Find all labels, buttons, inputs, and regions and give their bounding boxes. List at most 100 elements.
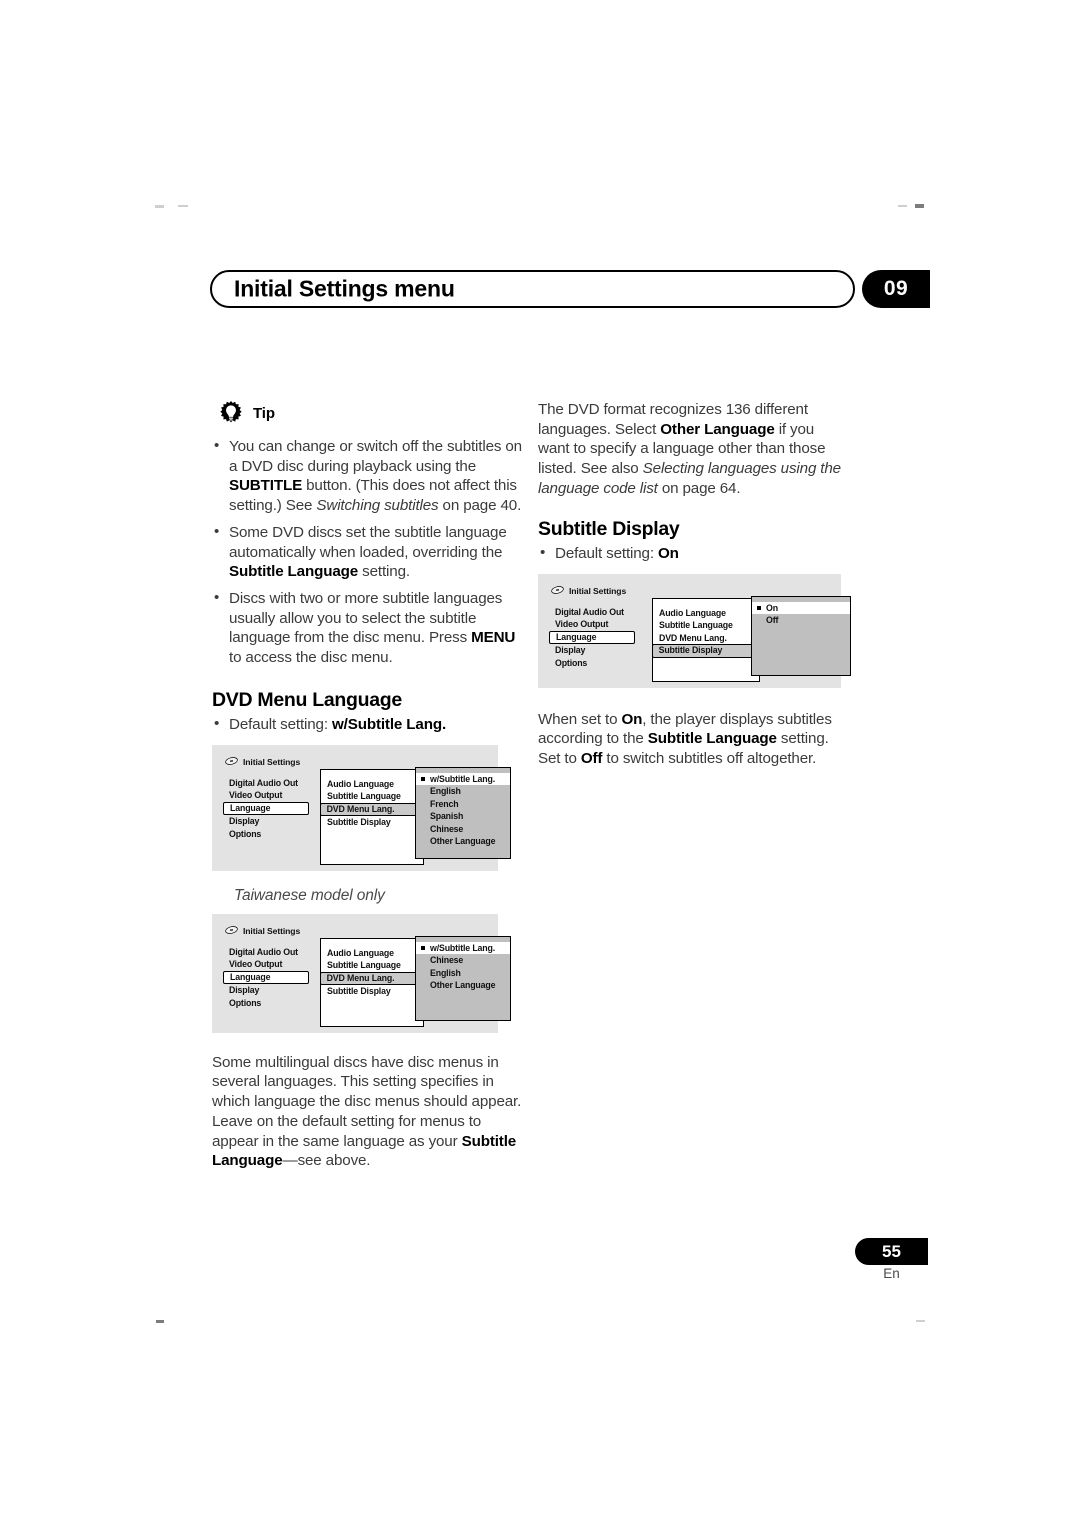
tip-bullet-item: You can change or switch off the subtitl… [212,436,522,516]
osd-option-item[interactable]: English [416,967,510,980]
osd-submenu-list: Audio Language Subtitle Language DVD Menu … [319,768,436,865]
osd-submenu-item[interactable]: Subtitle Language [321,790,423,803]
emphasis-bold: MENU [471,629,516,647]
osd-option-item[interactable]: Chinese [416,954,510,967]
text-run: on page 40. [438,497,522,515]
emphasis-bold: Off [580,749,603,767]
osd-header: Initial Settings [225,922,300,940]
heading-dvd-menu-language: DVD Menu Language [212,688,402,711]
osd-header: Initial Settings [551,582,626,600]
tip-bullet-item: Some DVD discs set the subtitle language… [212,522,522,582]
osd-option-item[interactable]: Spanish [416,810,510,823]
text-run: setting. [358,563,410,581]
osd-category-item[interactable]: Video Output [226,789,309,802]
osd-category-list: Digital Audio Out Video Output Language Dis… [549,606,635,670]
osd-category-item[interactable]: Digital Audio Out [226,777,309,790]
osd-screen-dvd-menu-language-taiwan: Initial Settings Digital Audio Out Video O… [212,913,511,1033]
heading-subtitle-display: Subtitle Display [538,517,680,540]
osd-category-item[interactable]: Options [226,997,309,1010]
disc-icon [225,753,239,771]
emphasis-bold: SUBTITLE [229,477,303,495]
disc-icon [551,582,565,600]
osd-option-item[interactable]: Other Language [416,835,510,848]
osd-screen-subtitle-display: Initial Settings Digital Audio Out Video O… [538,573,851,688]
osd-option-item[interactable]: Off [752,614,850,627]
osd-submenu-list: Audio Language Subtitle Language DVD Menu … [319,937,436,1027]
osd-submenu-list: Audio Language Subtitle Language DVD Menu … [651,597,772,682]
tip-bullet-item: Discs with two or more subtitle language… [212,588,522,668]
osd-category-item[interactable]: Language [223,801,309,816]
emphasis-bold: Other Language [660,420,775,438]
tip-bullet-list: You can change or switch off the subtitl… [212,436,522,668]
manual-page: Initial Settings menu 09 Tip You can cha… [0,0,1080,1528]
osd-title: Initial Settings [243,925,301,936]
osd-option-item[interactable]: Other Language [416,979,510,992]
osd-option-list: w/Subtitle Lang. English French Spanish Chin… [415,766,511,859]
crop-mark-bottom-right [916,1320,925,1322]
osd-submenu-item[interactable]: Subtitle Language [321,959,423,972]
osd-submenu-item[interactable]: Subtitle Language [653,619,759,632]
osd-submenu-item[interactable]: Audio Language [321,778,423,791]
crop-mark-top-left [155,205,164,208]
osd-option-item[interactable]: w/Subtitle Lang. [416,941,510,955]
default-setting-value: On [657,544,679,562]
default-setting-value: w/Subtitle Lang. [331,715,447,733]
subtitle-display-default: Default setting: On [538,543,848,564]
subtitle-display-description: When set to On, the player displays subt… [538,710,848,769]
osd-option-item[interactable]: English [416,785,510,798]
lightbulb-tip-icon [218,400,244,426]
osd-option-list: w/Subtitle Lang. Chinese English Other Lang… [415,935,511,1021]
right-column: The DVD format recognizes 136 different … [538,400,851,782]
page-title: Initial Settings menu [234,275,455,302]
osd-submenu-item[interactable]: Subtitle Display [321,985,423,998]
osd-title: Initial Settings [243,756,301,767]
page-header-band: Initial Settings menu [210,270,855,308]
osd-option-item[interactable]: Chinese [416,823,510,836]
osd-submenu-item[interactable]: Audio Language [321,947,423,960]
osd-category-item[interactable]: Options [552,657,635,670]
page-language-code: En [883,1266,900,1281]
osd-category-item[interactable]: Language [549,630,635,645]
osd-option-item[interactable]: w/Subtitle Lang. [416,772,510,786]
dvd-menu-language-default: Default setting: w/Subtitle Lang. [212,714,522,735]
emphasis-bold: Subtitle Language [647,730,777,748]
tip-label: Tip [253,404,275,422]
osd-submenu-item[interactable]: Audio Language [653,607,759,620]
osd-submenu-item[interactable]: Subtitle Display [321,816,423,829]
emphasis-bold: On [621,710,643,728]
osd-category-item[interactable]: Video Output [226,958,309,971]
osd-category-item[interactable]: Language [223,970,309,985]
emphasis-italic: Switching subtitles [316,497,439,515]
text-run: to switch subtitles off altogether. [602,749,817,767]
chapter-number-tab: 09 [862,270,930,308]
osd-category-item[interactable]: Display [226,815,309,828]
left-column: Tip You can change or switch off the sub… [212,400,522,1184]
osd-screen-dvd-menu-language: Initial Settings Digital Audio Out Video O… [212,744,511,871]
osd-category-list: Digital Audio Out Video Output Language Dis… [223,946,309,1010]
page-number-tab: 55 [855,1238,928,1265]
tip-heading: Tip [218,400,522,426]
dvd-menu-language-description: Some multilingual discs have disc menus … [212,1053,522,1171]
osd-header: Initial Settings [225,753,300,771]
osd-category-item[interactable]: Display [552,644,635,657]
taiwanese-model-caption: Taiwanese model only [234,886,385,904]
text-run: —see above. [282,1152,371,1170]
text-run: Some DVD discs set the subtitle language… [229,523,507,561]
osd-option-item[interactable]: On [752,601,850,615]
crop-mark-top-left-2 [178,205,188,207]
osd-option-item[interactable]: French [416,798,510,811]
osd-category-item[interactable]: Video Output [552,618,635,631]
osd-category-item[interactable]: Display [226,984,309,997]
osd-category-item[interactable]: Digital Audio Out [552,606,635,619]
text-run: on page 64. [657,479,741,497]
osd-category-item[interactable]: Options [226,828,309,841]
osd-title: Initial Settings [569,585,627,596]
disc-icon [225,922,239,940]
crop-mark-top-right [898,205,907,207]
crop-mark-bottom-left [156,1320,164,1323]
emphasis-bold: Subtitle Language [229,563,359,581]
osd-submenu-item[interactable]: DVD Menu Lang. [653,632,759,645]
osd-category-item[interactable]: Digital Audio Out [226,946,309,959]
other-language-description: The DVD format recognizes 136 different … [538,400,848,499]
osd-option-list: On Off [751,595,851,676]
